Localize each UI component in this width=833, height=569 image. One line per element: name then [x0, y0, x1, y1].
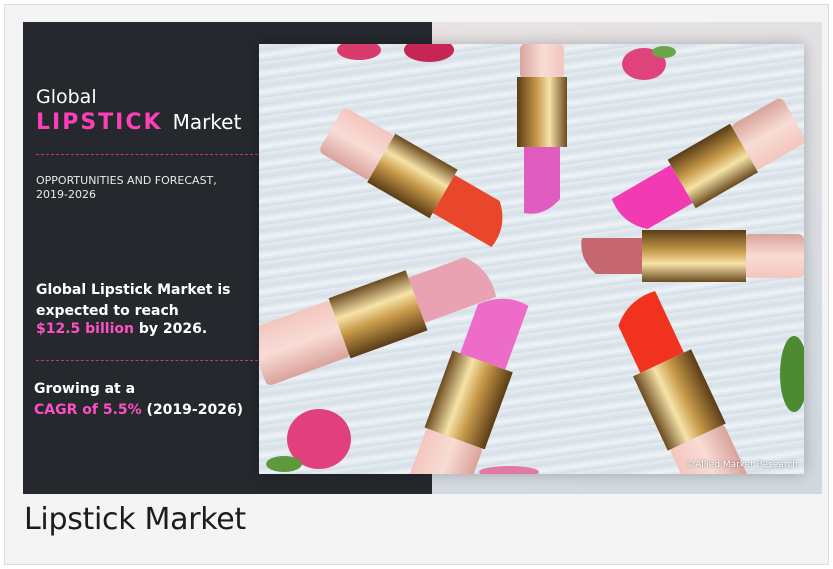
watermark: ©Allied Market Research: [686, 460, 798, 470]
market-value-suffix: by 2026.: [133, 321, 208, 337]
market-banner-image: Global LIPSTICK Market OPPORTUNITIES AND …: [23, 22, 822, 494]
leaf: [266, 456, 302, 472]
lipstick: [581, 230, 804, 282]
lipstick: [517, 44, 567, 214]
lipstick: [618, 290, 755, 474]
market-value-highlight: $12.5 billion: [36, 321, 134, 337]
lipstick-illustration: [259, 44, 804, 474]
expected-text: Global Lipstick Market is expected to re…: [36, 282, 231, 319]
rose-petal: [404, 44, 454, 62]
banner-title-suffix: Market: [172, 110, 242, 134]
figure-caption: Lipstick Market: [24, 502, 246, 537]
divider-line: [36, 154, 258, 155]
leaf: [652, 46, 676, 58]
lipstick: [320, 108, 503, 248]
rose-petal: [479, 466, 539, 474]
rose-petal: [337, 44, 381, 60]
lipstick-photo: ©Allied Market Research: [259, 44, 804, 474]
banner-subtitle-years: 2019-2026: [36, 188, 96, 201]
market-value: $12.5 billion by 2026.: [36, 321, 207, 337]
growing-text: Growing at a: [34, 381, 136, 397]
cagr-text: CAGR of 5.5% (2019-2026): [34, 402, 243, 418]
banner-title: LIPSTICK Market: [36, 110, 241, 135]
figure-frame: Global LIPSTICK Market OPPORTUNITIES AND …: [4, 4, 829, 565]
cagr-suffix: (2019-2026): [141, 402, 244, 418]
banner-title-keyword: LIPSTICK: [36, 110, 163, 135]
divider-line: [36, 360, 258, 361]
cagr-highlight: CAGR of 5.5%: [34, 402, 142, 418]
banner-subtitle: OPPORTUNITIES AND FORECAST,: [36, 174, 217, 187]
lipstick: [611, 98, 804, 230]
leaf: [780, 336, 804, 412]
banner-title-line1: Global: [36, 86, 97, 108]
